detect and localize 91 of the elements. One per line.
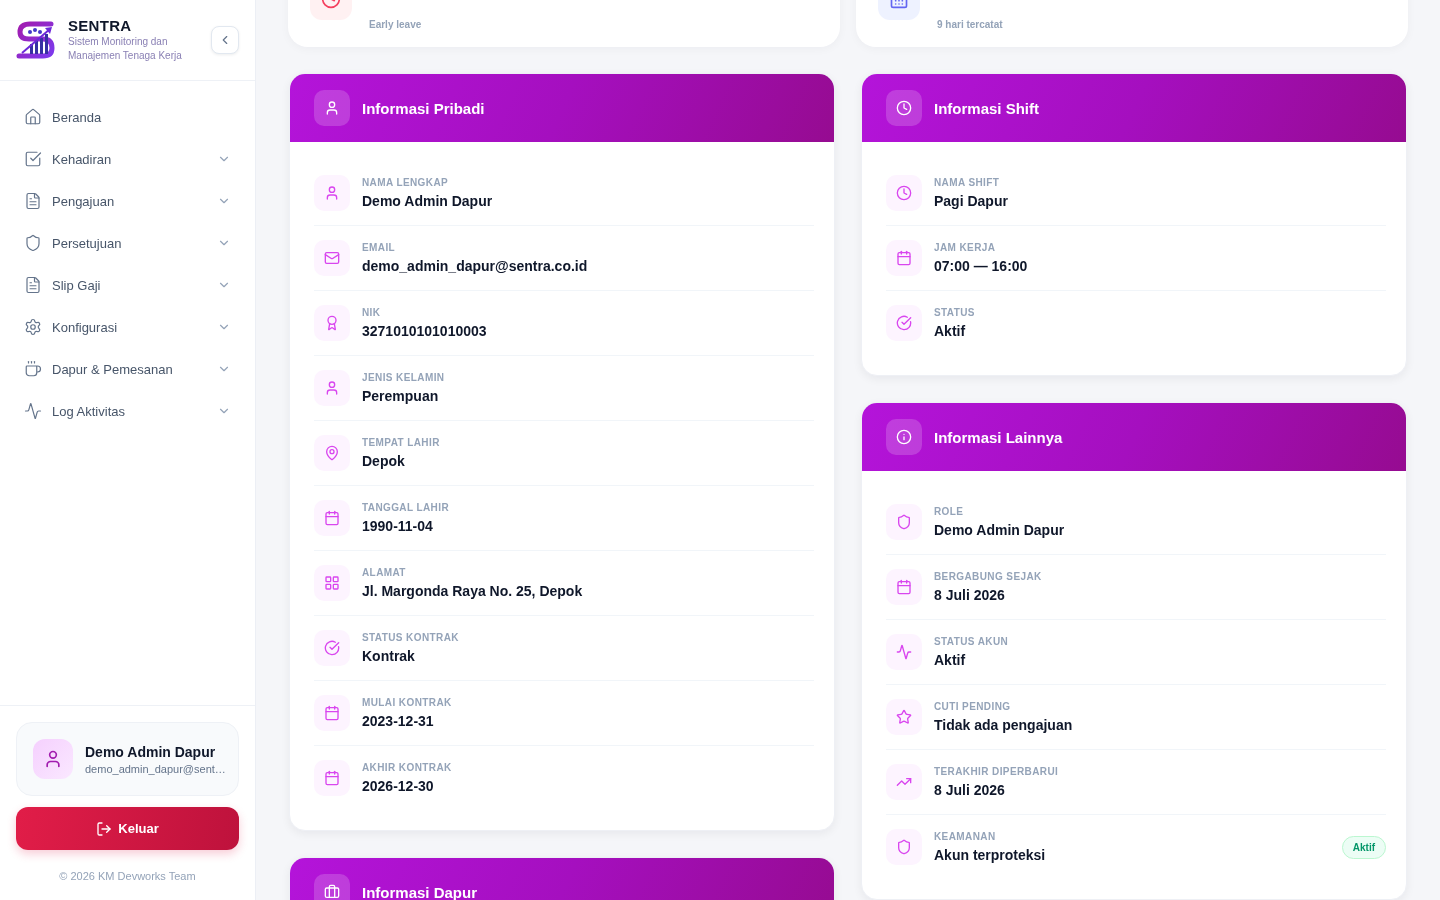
user-name: Demo Admin Dapur — [85, 743, 217, 760]
field-value: Aktif — [934, 651, 967, 669]
field-label: NAMA LENGKAP — [362, 176, 450, 190]
home-icon — [24, 108, 42, 126]
field-label: EMAIL — [362, 241, 397, 255]
settings-icon — [24, 318, 42, 336]
field-value: Demo Admin Dapur — [934, 521, 1065, 539]
field-value: 3271010101010003 — [362, 322, 487, 340]
field-label: TANGGAL LAHIR — [362, 501, 450, 515]
trend-up-icon — [886, 764, 922, 800]
field-value: Perempuan — [362, 387, 440, 405]
nav-item[interactable]: Beranda — [16, 97, 239, 137]
field-value: Kontrak — [362, 647, 416, 665]
field-value: 2026-12-30 — [362, 777, 435, 795]
user-icon — [314, 370, 350, 406]
nav-item[interactable]: Persetujuan — [16, 223, 239, 263]
field-label: ALAMAT — [362, 566, 407, 580]
grid-icon — [314, 565, 350, 601]
field-label: TEMPAT LAHIR — [362, 436, 440, 450]
calendar-icon — [314, 500, 350, 536]
field-value: Aktif — [934, 322, 967, 340]
calendar-icon — [886, 240, 922, 276]
avatar-icon — [33, 739, 73, 779]
card-title: Informasi Lainnya — [934, 428, 1063, 446]
field-label: STATUS AKUN — [934, 635, 1009, 649]
pulse-icon — [886, 634, 922, 670]
card-title: Informasi Pribadi — [362, 99, 485, 117]
field-value: 1990-11-04 — [362, 517, 434, 535]
logout-button[interactable]: Keluar — [16, 807, 239, 850]
field-value: demo_admin_dapur@sentra.co.id — [362, 257, 588, 275]
card-title: Informasi Shift — [934, 99, 1039, 117]
field-label: JENIS KELAMIN — [362, 371, 445, 385]
star-icon — [886, 699, 922, 735]
field-value: Jl. Margonda Raya No. 25, Depok — [362, 582, 583, 600]
shield-icon — [886, 504, 922, 540]
map-pin-icon — [314, 435, 350, 471]
stat-label: Early leave — [369, 18, 422, 32]
shield-icon — [886, 829, 922, 865]
document-icon — [24, 192, 42, 210]
nav-item[interactable]: Log Aktivitas — [16, 391, 239, 431]
field-label: MULAI KONTRAK — [362, 696, 452, 710]
field-label: NIK — [362, 306, 382, 320]
field-label: STATUS KONTRAK — [362, 631, 459, 645]
field-label: ROLE — [934, 505, 965, 519]
field-value: Pagi Dapur — [934, 192, 1008, 210]
calendar-icon — [314, 695, 350, 731]
logout-icon — [96, 820, 113, 837]
brand-tagline: Sistem Monitoring dan Manajemen Tenaga Kerja — [68, 35, 183, 63]
field-value: Depok — [362, 452, 406, 470]
field-label: AKHIR KONTRAK — [362, 761, 452, 775]
nav-item[interactable]: Pengajuan — [16, 181, 239, 221]
field-label: BERGABUNG SEJAK — [934, 570, 1042, 584]
status-badge: Aktif — [1341, 835, 1386, 859]
document-icon — [24, 276, 42, 294]
field-value: 07:00 — 16:00 — [934, 257, 1028, 275]
clock-icon — [886, 90, 922, 126]
cup-icon — [24, 360, 42, 378]
mail-icon — [314, 240, 350, 276]
calendar-icon — [886, 569, 922, 605]
checkbox-icon — [24, 150, 42, 168]
field-value: 8 Juli 2026 — [934, 781, 1006, 799]
field-label: KEAMANAN — [934, 830, 997, 844]
collapse-button[interactable] — [211, 26, 239, 54]
briefcase-icon — [314, 874, 350, 900]
logo-icon — [16, 20, 56, 60]
field-label: STATUS — [934, 306, 975, 320]
field-value: Akun terproteksi — [934, 846, 1046, 864]
nav-item[interactable]: Kehadiran — [16, 139, 239, 179]
pulse-icon — [24, 402, 42, 420]
shield-icon — [24, 234, 42, 252]
field-label: CUTI PENDING — [934, 700, 1012, 714]
nav-item[interactable]: Konfigurasi — [16, 307, 239, 347]
field-label: NAMA SHIFT — [934, 176, 1001, 190]
field-value: Demo Admin Dapur — [362, 192, 493, 210]
clock-icon — [886, 175, 922, 211]
user-icon — [314, 90, 350, 126]
field-label: TERAKHIR DIPERBARUI — [934, 765, 1059, 779]
field-value: 8 Juli 2026 — [934, 586, 1006, 604]
user-icon — [314, 175, 350, 211]
nav-item[interactable]: Slip Gaji — [16, 265, 239, 305]
brand-name: SENTRA — [68, 17, 133, 35]
field-value: Tidak ada pengajuan — [934, 716, 1073, 734]
stat-label: 9 hari tercatat — [937, 18, 1003, 32]
ribbon-icon — [314, 305, 350, 341]
nav-item[interactable]: Dapur & Pemesanan — [16, 349, 239, 389]
card-title: Informasi Dapur — [362, 883, 478, 900]
info-icon — [886, 419, 922, 455]
footer-text: © 2026 KM Devworks Team — [59, 870, 196, 882]
calendar-icon — [314, 760, 350, 796]
field-label: JAM KERJA — [934, 241, 997, 255]
field-value: 2023-12-31 — [362, 712, 435, 730]
